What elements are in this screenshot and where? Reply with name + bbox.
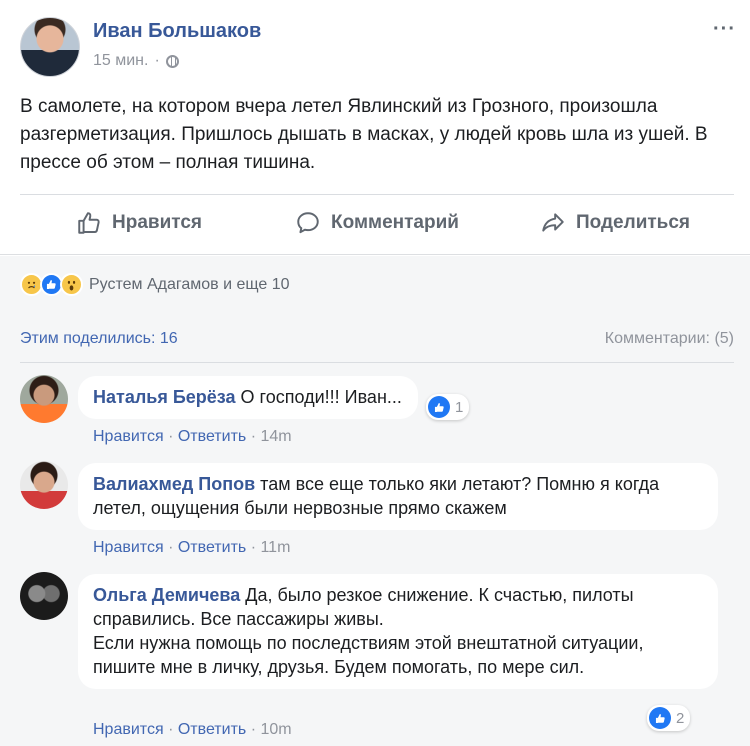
post-actions: Нравится Комментарий Поделиться xyxy=(20,196,734,250)
divider xyxy=(20,362,734,363)
comment-reactions-badge[interactable]: 2 xyxy=(647,705,691,731)
comment-like-link[interactable]: Нравится xyxy=(93,721,164,738)
share-arrow-icon xyxy=(542,213,564,232)
commenter-name[interactable]: Валиахмед Попов xyxy=(93,474,255,494)
comment-bubble: Наталья Берёза О господи!!! Иван... xyxy=(78,376,418,419)
comment-reactions-badge[interactable]: 1 xyxy=(426,394,470,420)
commenter-name[interactable]: Наталья Берёза xyxy=(93,387,236,407)
comment-button-label: Комментарий xyxy=(331,212,459,233)
like-reaction-icon xyxy=(649,707,671,729)
comment-actions: Нравится · Ответить · 10m xyxy=(93,721,292,738)
post-card: Иван Большаков 15 мин. · ··· В самолете,… xyxy=(0,0,750,255)
comment-like-link[interactable]: Нравится xyxy=(93,428,164,445)
comment-text-paragraph: Если нужна помощь по последствиям этой в… xyxy=(93,633,644,677)
comment-reply-link[interactable]: Ответить xyxy=(178,428,246,445)
commenter-name[interactable]: Ольга Демичева xyxy=(93,585,240,605)
comment-time[interactable]: 11m xyxy=(260,539,290,556)
comment-item: Валиахмед Попов там все еще только яки л… xyxy=(20,461,734,561)
comment-text: О господи!!! Иван... xyxy=(240,387,402,407)
shares-count[interactable]: Этим поделились: 16 xyxy=(20,330,178,348)
globe-icon[interactable] xyxy=(165,54,179,68)
meta-separator: · xyxy=(154,52,160,69)
comment-button[interactable]: Комментарий xyxy=(258,196,496,250)
reactions-text[interactable]: Рустем Адагамов и еще 10 xyxy=(89,276,290,294)
comment-time[interactable]: 10m xyxy=(260,721,291,738)
comments-count[interactable]: Комментарии: (5) xyxy=(605,330,734,348)
wow-reaction-icon xyxy=(60,273,83,296)
comment-reply-link[interactable]: Ответить xyxy=(178,539,246,556)
comment-actions: Нравится · Ответить · 11m xyxy=(93,539,291,556)
like-reaction-icon xyxy=(428,396,450,418)
comment-bubble: Валиахмед Попов там все еще только яки л… xyxy=(78,463,718,530)
like-button-label: Нравится xyxy=(112,212,202,233)
more-options-icon[interactable]: ··· xyxy=(713,18,736,41)
comment-reply-link[interactable]: Ответить xyxy=(178,721,246,738)
comment-item: Наталья Берёза О господи!!! Иван... 1 Нр… xyxy=(20,375,734,447)
comment-like-link[interactable]: Нравится xyxy=(93,539,164,556)
comment-item: Ольга Демичева Да, было резкое снижение.… xyxy=(20,572,734,746)
like-button[interactable]: Нравится xyxy=(20,196,258,250)
speech-bubble-icon xyxy=(297,212,319,234)
commenter-avatar[interactable] xyxy=(20,461,68,509)
divider xyxy=(20,194,734,195)
comment-actions: Нравится · Ответить · 14m xyxy=(93,428,292,445)
reactions-summary[interactable]: Рустем Адагамов и еще 10 xyxy=(20,273,290,296)
comment-like-count: 1 xyxy=(455,398,464,416)
comment-bubble: Ольга Демичева Да, было резкое снижение.… xyxy=(78,574,718,689)
post-author-name[interactable]: Иван Большаков xyxy=(93,20,261,43)
author-avatar[interactable] xyxy=(20,17,80,77)
comment-like-count: 2 xyxy=(676,709,685,727)
share-button-label: Поделиться xyxy=(575,212,691,233)
thumbs-up-icon xyxy=(78,212,100,234)
commenter-avatar[interactable] xyxy=(20,375,68,423)
post-text: В самолете, на котором вчера летел Явлин… xyxy=(20,96,708,173)
comment-time[interactable]: 14m xyxy=(260,428,291,445)
post-meta: 15 мин. · xyxy=(93,52,179,70)
commenter-avatar[interactable] xyxy=(20,572,68,620)
share-button[interactable]: Поделиться xyxy=(496,196,734,250)
post-time[interactable]: 15 мин. xyxy=(93,52,148,70)
